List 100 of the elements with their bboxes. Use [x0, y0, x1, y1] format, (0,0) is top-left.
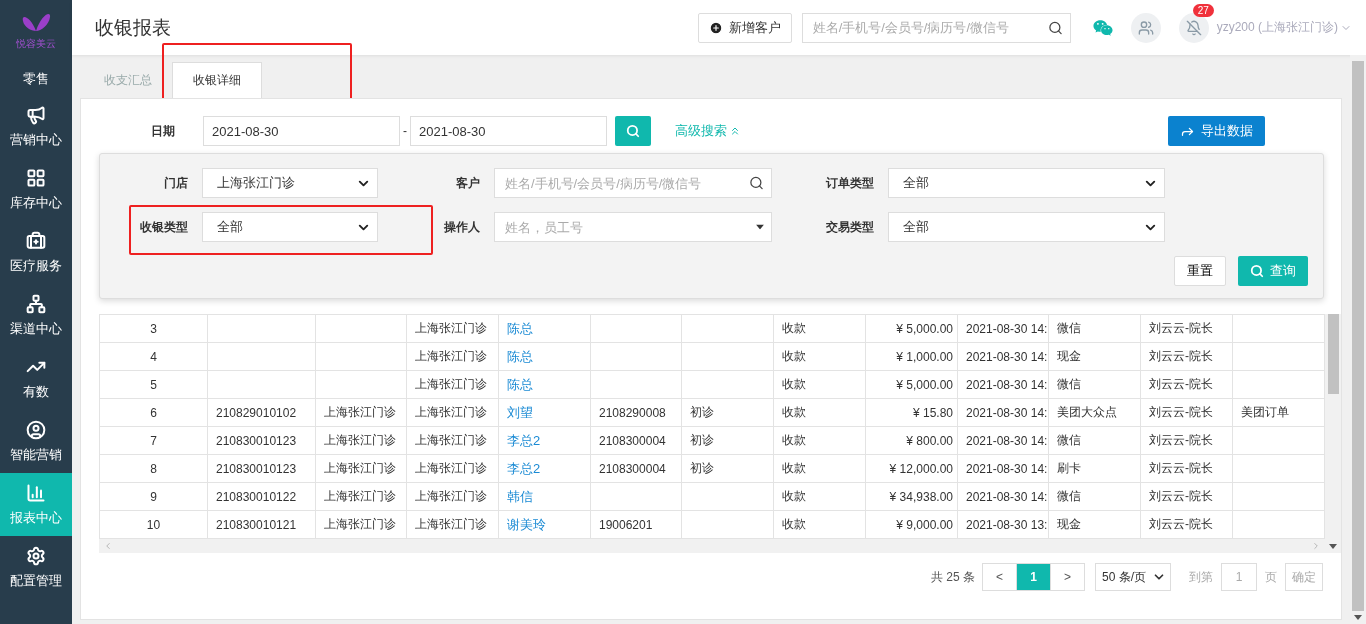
add-customer-button[interactable]: 新增客户 [697, 12, 792, 43]
notification-button[interactable] [1178, 12, 1209, 43]
filter-label: 操作人 [443, 218, 481, 236]
logo-text: 悦容美云 [16, 37, 56, 51]
scroll-down-arrow-icon[interactable] [1354, 615, 1362, 620]
sidebar-item[interactable]: 有数 [0, 347, 72, 410]
search-icon [749, 175, 764, 191]
table-cell: ¥ 34,938.00 [865, 482, 958, 511]
search-field[interactable]: 姓名/手机号/会员号/病历号/微信号 [801, 12, 1071, 43]
page-size-select[interactable]: 50 条/页 [1095, 563, 1171, 591]
date-field[interactable]: 2021-08-30 [203, 116, 400, 146]
table-cell: 美团订单 [1232, 398, 1325, 427]
table-cell: ¥ 15.80 [865, 398, 958, 427]
table-cell: 2021-08-30 14: [957, 482, 1049, 511]
sidebar-item[interactable]: 渠道中心 [0, 284, 72, 347]
table-cell: 收款 [773, 510, 866, 539]
customer-link[interactable]: 刘望 [498, 398, 591, 427]
customer-link[interactable]: 陈总 [498, 314, 591, 343]
table-cell: 2021-08-30 14: [957, 454, 1049, 483]
goto-label: 到第 [1189, 568, 1213, 586]
table-cell: 上海张江门诊 [315, 398, 407, 427]
table-cell: 19006201 [590, 510, 682, 539]
users-button[interactable] [1130, 12, 1161, 43]
select-field[interactable]: 全部 [888, 212, 1165, 242]
sidebar-item[interactable]: 医疗服务 [0, 221, 72, 284]
table-cell: 2021-08-30 14: [957, 426, 1049, 455]
table-cell: 7 [99, 426, 208, 455]
table-cell: 4 [99, 342, 208, 371]
table-cell: 初诊 [681, 426, 774, 455]
tab[interactable]: 收银详细 [172, 62, 262, 98]
table-cell: 刘云云-院长 [1140, 426, 1233, 455]
scrollbar-thumb[interactable] [1352, 61, 1364, 611]
table-cell: 上海张江门诊 [315, 454, 407, 483]
table-cell: 美团大众点 [1048, 398, 1141, 427]
scrollbar-thumb[interactable] [1327, 314, 1339, 394]
table-cell: 2021-08-30 13: [957, 510, 1049, 539]
table-cell: 210830010122 [207, 482, 316, 511]
scroll-down-arrow-icon[interactable] [1329, 544, 1337, 549]
table-cell: 初诊 [681, 454, 774, 483]
table-cell: ¥ 800.00 [865, 426, 958, 455]
table-cell: 刘云云-院长 [1140, 314, 1233, 343]
export-button[interactable]: 导出数据 [1168, 116, 1265, 146]
customer-link[interactable]: 李总2 [498, 454, 591, 483]
customer-link[interactable]: 陈总 [498, 342, 591, 371]
table-cell: 刷卡 [1048, 454, 1141, 483]
table-cell: ¥ 9,000.00 [865, 510, 958, 539]
vertical-scrollbar[interactable] [1325, 314, 1341, 553]
table-cell: 刘云云-院长 [1140, 482, 1233, 511]
next-page-button[interactable]: > [1050, 563, 1085, 591]
table-cell: 10 [99, 510, 208, 539]
table-cell: 上海张江门诊 [406, 370, 499, 399]
date-field[interactable]: 2021-08-30 [410, 116, 607, 146]
table-cell: 2108300004 [590, 426, 682, 455]
customer-link[interactable]: 韩信 [498, 482, 591, 511]
table-cell: 刘云云-院长 [1140, 370, 1233, 399]
table-cell: 6 [99, 398, 208, 427]
customer-link[interactable]: 陈总 [498, 370, 591, 399]
notification-badge: 27 [1192, 3, 1214, 17]
select-field[interactable]: 全部 [202, 212, 378, 242]
table-cell: 210830010121 [207, 510, 316, 539]
table-cell: 刘云云-院长 [1140, 454, 1233, 483]
caret-down-icon [756, 224, 764, 230]
select-field[interactable]: 全部 [888, 168, 1165, 198]
table-cell: 现金 [1048, 510, 1141, 539]
customer-field[interactable]: 姓名/手机号/会员号/病历号/微信号 [494, 168, 772, 198]
table-cell: 上海张江门诊 [406, 482, 499, 511]
table-cell: 210830010123 [207, 454, 316, 483]
sidebar-item[interactable]: 零售 [0, 62, 72, 95]
table-cell: 上海张江门诊 [406, 314, 499, 343]
table-cell: 2108300004 [590, 454, 682, 483]
search-button[interactable] [615, 116, 651, 146]
table-cell: 上海张江门诊 [406, 398, 499, 427]
sidebar-item[interactable]: 配置管理 [0, 536, 72, 599]
table-cell: 收款 [773, 370, 866, 399]
table-cell: ¥ 12,000.00 [865, 454, 958, 483]
customer-link[interactable]: 谢美玲 [498, 510, 591, 539]
prev-page-button[interactable]: < [982, 563, 1017, 591]
table-cell: 上海张江门诊 [406, 342, 499, 371]
customer-link[interactable]: 李总2 [498, 426, 591, 455]
operator-field[interactable]: 姓名，员工号 [494, 212, 772, 242]
table-cell: 2108290008 [590, 398, 682, 427]
filter-label: 交易类型 [825, 218, 875, 236]
search-icon [1047, 20, 1063, 35]
nav-icon [26, 230, 46, 251]
chat-icon[interactable] [1092, 17, 1113, 38]
table-cell: 9 [99, 482, 208, 511]
table-cell: 上海张江门诊 [406, 426, 499, 455]
filter-label: 订单类型 [824, 174, 875, 192]
sidebar-item[interactable]: 智能营销 [0, 410, 72, 473]
table-cell: 上海张江门诊 [315, 426, 407, 455]
page-unit: 页 [1265, 568, 1277, 586]
sidebar-item[interactable]: 营销中心 [0, 95, 72, 158]
select-field[interactable]: 上海张江门诊 [202, 168, 378, 198]
reset-button[interactable]: 重置 [1174, 256, 1226, 286]
plus-icon [708, 20, 723, 35]
filter-label: 收银类型 [139, 218, 189, 236]
table-cell: 微信 [1048, 314, 1141, 343]
sidebar-item[interactable]: 库存中心 [0, 158, 72, 221]
table-cell: 刘云云-院长 [1140, 510, 1233, 539]
table-cell: 上海张江门诊 [315, 482, 407, 511]
